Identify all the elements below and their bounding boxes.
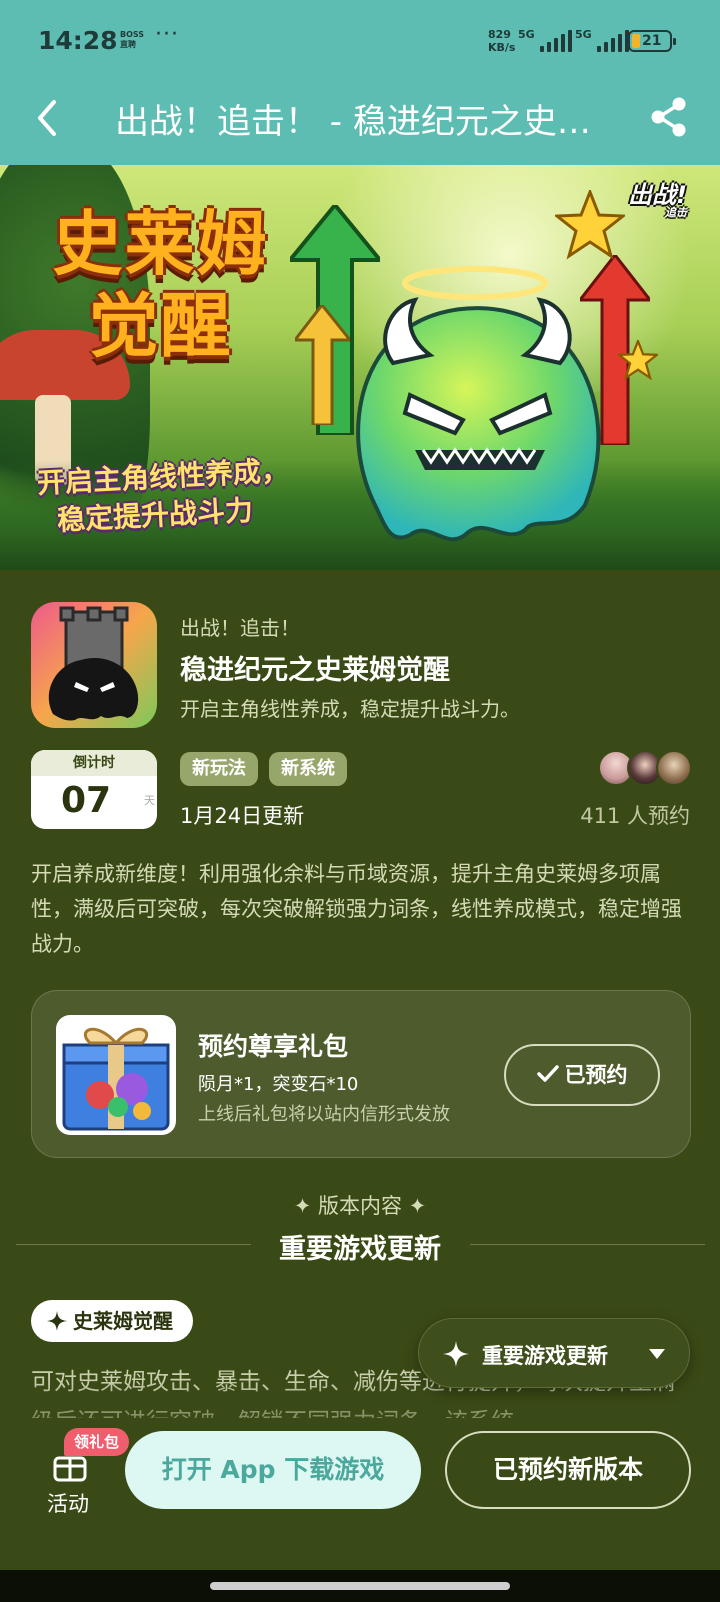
battery-icon: 21 (628, 30, 676, 52)
open-app-download-button[interactable]: 打开 App 下载游戏 (125, 1431, 421, 1509)
status-bar: 14:28 BOSS 直聘 ··· 829 KB/s 5G 5G 21 (0, 0, 720, 82)
banner-subtitle-line2: 稳定提升战斗力 (56, 493, 254, 537)
boss-badge-line1: BOSS (120, 30, 145, 39)
battery-level: 21 (642, 33, 662, 49)
checkmark-icon (536, 1065, 559, 1082)
app-description: 开启主角线性养成，稳定提升战斗力。 (180, 697, 520, 721)
gift-items: 陨月*1，突变石*10 (198, 1074, 359, 1095)
net-speed: 829 KB/s (488, 28, 515, 54)
gift-title: 预约尊享礼包 (198, 1032, 349, 1061)
game-logo: 出战! 追击 (628, 175, 687, 220)
gold-arrow-icon (295, 305, 350, 425)
share-icon (651, 97, 686, 137)
section-jump-label: 重要游戏更新 (482, 1344, 608, 1368)
back-button[interactable] (30, 96, 70, 140)
signal-icon-2: 5G (575, 28, 629, 52)
avatar (656, 750, 692, 786)
update-date: 1月24日更新 (180, 804, 305, 828)
activity-label: 活动 (47, 1492, 89, 1516)
hero-banner[interactable]: 史莱姆觉醒 开启主角线性养成， 稳定提升战斗力 出战! 追击 (0, 165, 720, 570)
reserver-avatars (598, 750, 692, 786)
gift-card: 预约尊享礼包 陨月*1，突变石*10 上线后礼包将以站内信形式发放 已预约 (31, 990, 691, 1158)
sparkle-icon (47, 1311, 67, 1331)
feature-chip-label: 史莱姆觉醒 (73, 1309, 173, 1333)
intro-text: 开启养成新维度！利用强化余料与币域资源，提升主角史莱姆多项属性，满级后可突破，每… (31, 862, 682, 956)
page-title: 出战！追击！ - 稳进纪元之史莱姆觉醒 (115, 102, 615, 142)
signal1-label: 5G (518, 28, 535, 41)
gift-box-image (56, 1015, 176, 1135)
feature-chip: 史莱姆觉醒 (31, 1300, 193, 1342)
more-notifications-icon: ··· (155, 22, 179, 47)
sparkle-icon (443, 1341, 469, 1367)
banner-title: 史莱姆觉醒 (52, 203, 269, 367)
gift-note: 上线后礼包将以站内信形式发放 (198, 1104, 450, 1125)
home-indicator (0, 1570, 720, 1602)
countdown-label: 倒计时 (31, 750, 157, 776)
status-time: 14:28 (38, 26, 118, 55)
redeem-gift-badge[interactable]: 领礼包 (64, 1428, 130, 1456)
chevron-left-icon (38, 100, 56, 136)
app-icon-image (48, 606, 139, 721)
boss-app-icon: BOSS 直聘 (120, 30, 144, 50)
app-icon[interactable] (31, 602, 157, 728)
top-bar: 14:28 BOSS 直聘 ··· 829 KB/s 5G 5G 21 出战！追… (0, 0, 720, 165)
app-name: 稳进纪元之史莱姆觉醒 (180, 655, 450, 686)
countdown-value: 07 (61, 780, 112, 821)
caret-down-icon (649, 1349, 665, 1359)
app-pre-title: 出战！追击！ (180, 616, 300, 640)
reserved-button[interactable]: 已预约 (504, 1044, 660, 1106)
section-kicker: ✦ 版本内容 ✦ (293, 1194, 427, 1218)
boss-badge-line2: 直聘 (120, 40, 136, 49)
reserved-button-label: 已预约 (564, 1063, 628, 1087)
reserve-count: 411 人预约 (580, 804, 690, 828)
banner-subtitle: 开启主角线性养成， 稳定提升战斗力 (36, 449, 340, 541)
tag-new-gameplay: 新玩法 (180, 752, 258, 786)
share-button[interactable] (648, 96, 690, 138)
section-title: 重要游戏更新 (279, 1234, 441, 1265)
net-speed-value: 829 (488, 28, 511, 41)
reserved-new-version-button[interactable]: 已预约新版本 (445, 1431, 691, 1509)
small-star-icon (618, 340, 658, 380)
countdown-unit: 天 (144, 794, 155, 807)
tag-new-system: 新系统 (269, 752, 347, 786)
gift-box-icon (62, 1027, 170, 1131)
countdown-card: 倒计时 07 天 (31, 750, 157, 829)
net-speed-unit: KB/s (488, 41, 516, 54)
section-jump-dropdown[interactable]: 重要游戏更新 (418, 1318, 690, 1388)
signal2-label: 5G (575, 28, 592, 41)
signal-icon: 5G (518, 28, 572, 52)
star-icon (555, 190, 625, 260)
